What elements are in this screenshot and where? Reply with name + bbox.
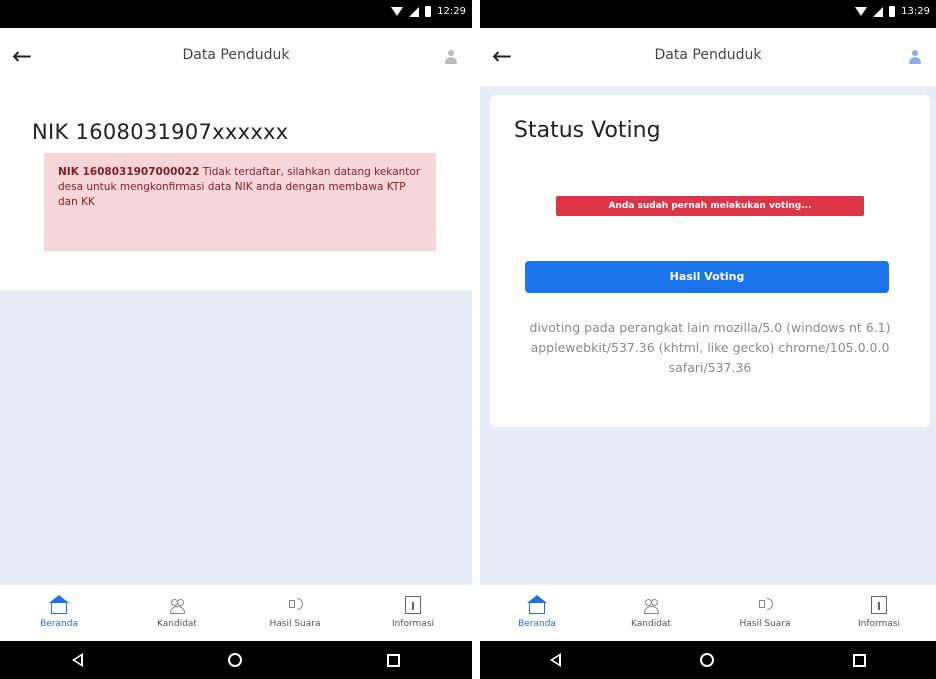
speaker-icon — [285, 595, 305, 615]
home-icon — [527, 595, 547, 615]
nav-label: Beranda — [518, 619, 556, 629]
wifi-icon — [855, 7, 868, 16]
hasil-voting-button[interactable]: Hasil Voting — [525, 261, 889, 293]
screen-divider — [472, 0, 480, 679]
nav-label: Kandidat — [157, 619, 197, 629]
signal-icon — [873, 6, 884, 17]
nav-label: Kandidat — [631, 619, 671, 629]
info-icon — [869, 595, 889, 615]
home-icon — [49, 595, 69, 615]
system-recents-icon[interactable] — [386, 653, 400, 667]
nav-beranda[interactable]: Beranda — [492, 595, 582, 629]
status-voting-title: Status Voting — [514, 118, 661, 143]
alert-nik: NIK 1608031907000022 — [58, 166, 200, 178]
nav-label: Informasi — [391, 619, 435, 629]
system-recents-icon[interactable] — [853, 653, 867, 667]
nik-heading: NIK 1608031907xxxxxx — [32, 120, 289, 144]
nav-beranda[interactable]: Beranda — [14, 595, 104, 629]
nav-kandidat[interactable]: Kandidat — [132, 595, 222, 629]
nav-label: Hasil Suara — [739, 619, 791, 629]
page-title: Data Penduduk — [654, 47, 762, 63]
nav-label: Beranda — [40, 619, 78, 629]
system-nav-bar — [480, 641, 936, 679]
battery-icon — [425, 6, 432, 17]
page-title: Data Penduduk — [182, 47, 290, 63]
status-time: 12:29 — [437, 6, 466, 17]
status-time: 13:29 — [901, 6, 930, 17]
user-icon[interactable] — [908, 50, 922, 64]
nav-kandidat[interactable]: Kandidat — [606, 595, 696, 629]
app-bar: ← Data Penduduk — [480, 28, 936, 86]
wifi-icon — [391, 7, 404, 16]
status-bar: 13:29 — [480, 0, 936, 28]
system-back-icon[interactable] — [72, 653, 84, 667]
left-screen: 12:29 ← Data Penduduk NIK 1608031907xxxx… — [0, 0, 472, 679]
system-home-icon[interactable] — [227, 653, 242, 667]
user-icon[interactable] — [444, 50, 458, 64]
bottom-nav: Beranda Kandidat Hasil Suara Informasi — [480, 585, 936, 641]
nav-hasil-suara[interactable]: Hasil Suara — [720, 595, 810, 629]
system-back-icon[interactable] — [549, 653, 561, 667]
voted-badge: Anda sudah pernah melakukan voting... — [556, 196, 864, 216]
nav-label: Informasi — [857, 619, 901, 629]
signal-icon — [409, 6, 420, 17]
speaker-icon — [755, 595, 775, 615]
right-screen: 13:29 ← Data Penduduk Status Voting Anda… — [480, 0, 936, 679]
nav-informasi[interactable]: Informasi — [834, 595, 924, 629]
nav-hasil-suara[interactable]: Hasil Suara — [250, 595, 340, 629]
info-icon — [403, 595, 423, 615]
nav-informasi[interactable]: Informasi — [368, 595, 458, 629]
status-bar: 12:29 — [0, 0, 472, 28]
people-icon — [641, 595, 661, 615]
battery-icon — [889, 6, 896, 17]
bottom-nav: Beranda Kandidat Hasil Suara Informasi — [0, 585, 472, 641]
nav-label: Hasil Suara — [269, 619, 321, 629]
people-icon — [167, 595, 187, 615]
nik-alert: NIK 1608031907000022 Tidak terdaftar, si… — [44, 153, 436, 251]
system-nav-bar — [0, 641, 472, 679]
app-bar: ← Data Penduduk — [0, 28, 472, 86]
system-home-icon[interactable] — [699, 653, 714, 667]
device-info-text: divoting pada perangkat lain mozilla/5.0… — [529, 320, 891, 375]
